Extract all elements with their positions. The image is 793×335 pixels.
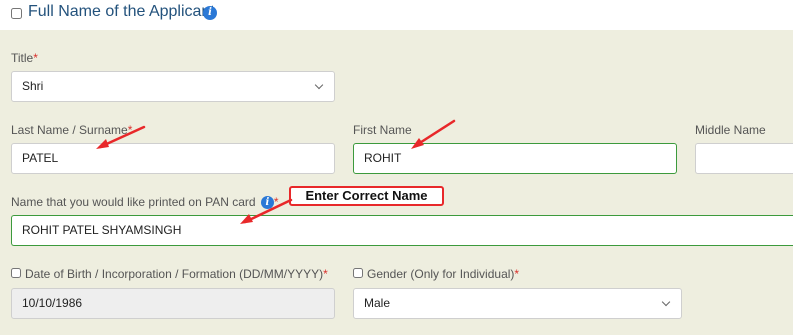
arrow-head xyxy=(240,214,253,224)
annotation-arrows xyxy=(96,119,456,224)
arrow-pan-name xyxy=(243,198,293,224)
arrow-head xyxy=(411,138,424,149)
arrow-head xyxy=(96,139,109,149)
